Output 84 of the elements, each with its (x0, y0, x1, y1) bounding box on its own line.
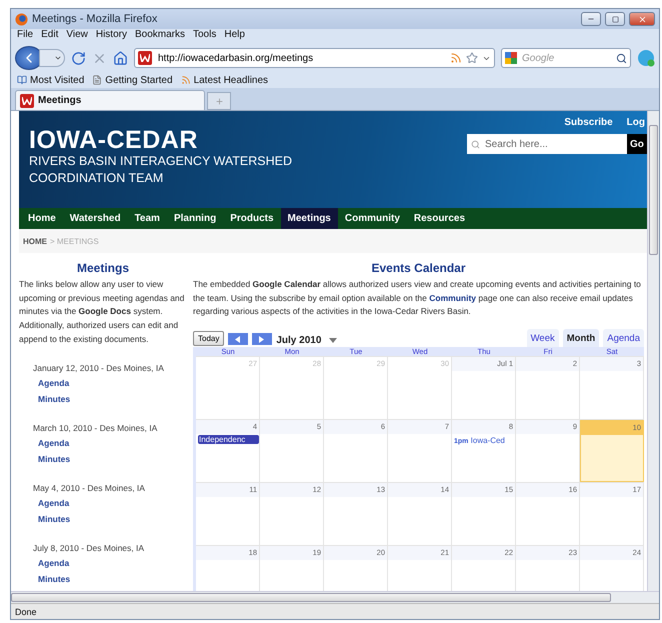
intro-text: The links below allow any user to view upcoming or previous meeting agendas and minutes via the Google Docs system. Additionally, authorized users can edit and append to the existing documents. (19, 278, 186, 346)
menu-item[interactable]: History (96, 29, 127, 44)
meeting-date: May 4, 2010 - Des Moines, IA (33, 482, 146, 493)
document-link[interactable]: Agenda (38, 496, 187, 509)
document-link[interactable]: Agenda (38, 376, 187, 389)
month-title: July 2010 (276, 335, 322, 346)
reload-icon[interactable] (71, 50, 86, 66)
next-button[interactable] (252, 333, 272, 346)
address-field[interactable]: http://iowacedarbasin.org/meetings (156, 52, 446, 64)
section-heading: Meetings (76, 261, 130, 275)
header-link[interactable]: Subscribe (564, 117, 613, 128)
document-link[interactable]: Agenda (38, 556, 187, 569)
new-tab-button[interactable] (207, 92, 231, 110)
globe-icon (15, 12, 28, 26)
event-chip[interactable]: Independenc (198, 435, 259, 444)
star-icon[interactable] (466, 52, 478, 64)
search-icon[interactable] (616, 52, 627, 64)
minimize-button[interactable] (581, 12, 601, 26)
status-text: Done (15, 606, 37, 616)
meeting-date: January 12, 2010 - Des Moines, IA (33, 362, 165, 373)
vertical-scrollbar[interactable] (647, 111, 659, 591)
view-tab[interactable]: Month (562, 329, 600, 348)
w-logo-icon (20, 94, 34, 108)
nav-link[interactable]: Watershed (62, 208, 128, 229)
site-title: IOWA-CEDAR (29, 127, 199, 153)
caret-icon[interactable] (329, 338, 338, 344)
address-bar[interactable]: http://iowacedarbasin.org/meetings (134, 48, 495, 68)
horizontal-scrollbar[interactable] (11, 591, 659, 603)
menu-item[interactable]: View (66, 29, 88, 44)
menu-item[interactable]: Tools (193, 29, 216, 44)
maximize-button[interactable] (605, 12, 625, 26)
book-icon (17, 75, 27, 85)
view-tab[interactable]: Agenda (603, 329, 644, 348)
go-button[interactable]: Go (627, 134, 647, 154)
nav-link[interactable]: Resources (406, 208, 472, 229)
breadcrumb-current: > MEETINGS (50, 236, 99, 246)
nav-link[interactable]: Community (338, 208, 407, 229)
site-subtitle: COORDINATION TEAM (29, 170, 164, 187)
nav-link[interactable]: Home (21, 208, 63, 229)
document-link[interactable]: Minutes (38, 392, 187, 405)
close-icon (638, 14, 646, 24)
browser-tab[interactable]: Meetings (15, 90, 205, 110)
menu-item[interactable]: Edit (41, 29, 58, 44)
site-subtitle: RIVERS BASIN INTERAGENCY WATERSHED (29, 153, 292, 170)
breadcrumb-link[interactable]: HOME (23, 236, 47, 246)
community-link[interactable]: Community (429, 292, 476, 303)
search-icon (471, 140, 480, 148)
document-link[interactable]: Minutes (38, 512, 187, 525)
intro-text: The embedded Google Calendar allows authorized users view and create upcoming events and activities pertaining to the team. Using the subscribe by email option available on the Community page one can also receive email updates regarding various aspects of the activities in the Iowa-Cedar Rivers Basin. (193, 278, 642, 318)
site-search-box[interactable]: Search here... Go (467, 134, 647, 154)
maximize-icon (612, 16, 618, 22)
menu-item[interactable]: Bookmarks (134, 29, 185, 44)
right-arrow-icon (259, 336, 266, 343)
grid-icon (505, 52, 517, 64)
page-icon (92, 75, 102, 85)
nav-link[interactable]: Planning (166, 208, 224, 229)
view-tab[interactable]: Week (526, 329, 559, 348)
bookmark-link[interactable]: Latest Headlines (180, 74, 268, 86)
nav-link[interactable]: Team (128, 208, 167, 229)
document-link[interactable]: Minutes (38, 572, 187, 585)
menu-item[interactable]: File (17, 29, 34, 44)
bookmark-link[interactable]: Getting Started (92, 74, 173, 86)
meeting-date: July 8, 2010 - Des Moines, IA (33, 542, 146, 553)
w-logo-icon (138, 51, 152, 65)
caret-icon (54, 54, 62, 62)
section-heading: Events Calendar (370, 261, 467, 275)
nav-link[interactable]: Meetings (280, 208, 338, 229)
previous-button[interactable] (228, 333, 248, 346)
document-link[interactable]: Minutes (38, 452, 187, 465)
bookmark-link[interactable]: Most Visited (17, 74, 84, 86)
nav-link[interactable]: Products (223, 208, 281, 229)
home-icon[interactable] (113, 50, 128, 66)
rss-icon[interactable] (450, 52, 462, 64)
header-link[interactable]: Log (626, 117, 645, 128)
meeting-date: March 10, 2010 - Des Moines, IA (33, 422, 158, 433)
menu-item[interactable]: Help (224, 29, 245, 44)
close-button[interactable] (629, 12, 655, 26)
document-link[interactable]: Agenda (38, 436, 187, 449)
left-arrow-icon (235, 336, 242, 343)
today-button[interactable]: Today (193, 331, 224, 346)
web-search-box[interactable]: Google (501, 48, 631, 68)
window-title: Meetings - Mozilla Firefox (32, 13, 158, 25)
rss-icon (180, 75, 191, 85)
plus-icon (214, 96, 224, 106)
